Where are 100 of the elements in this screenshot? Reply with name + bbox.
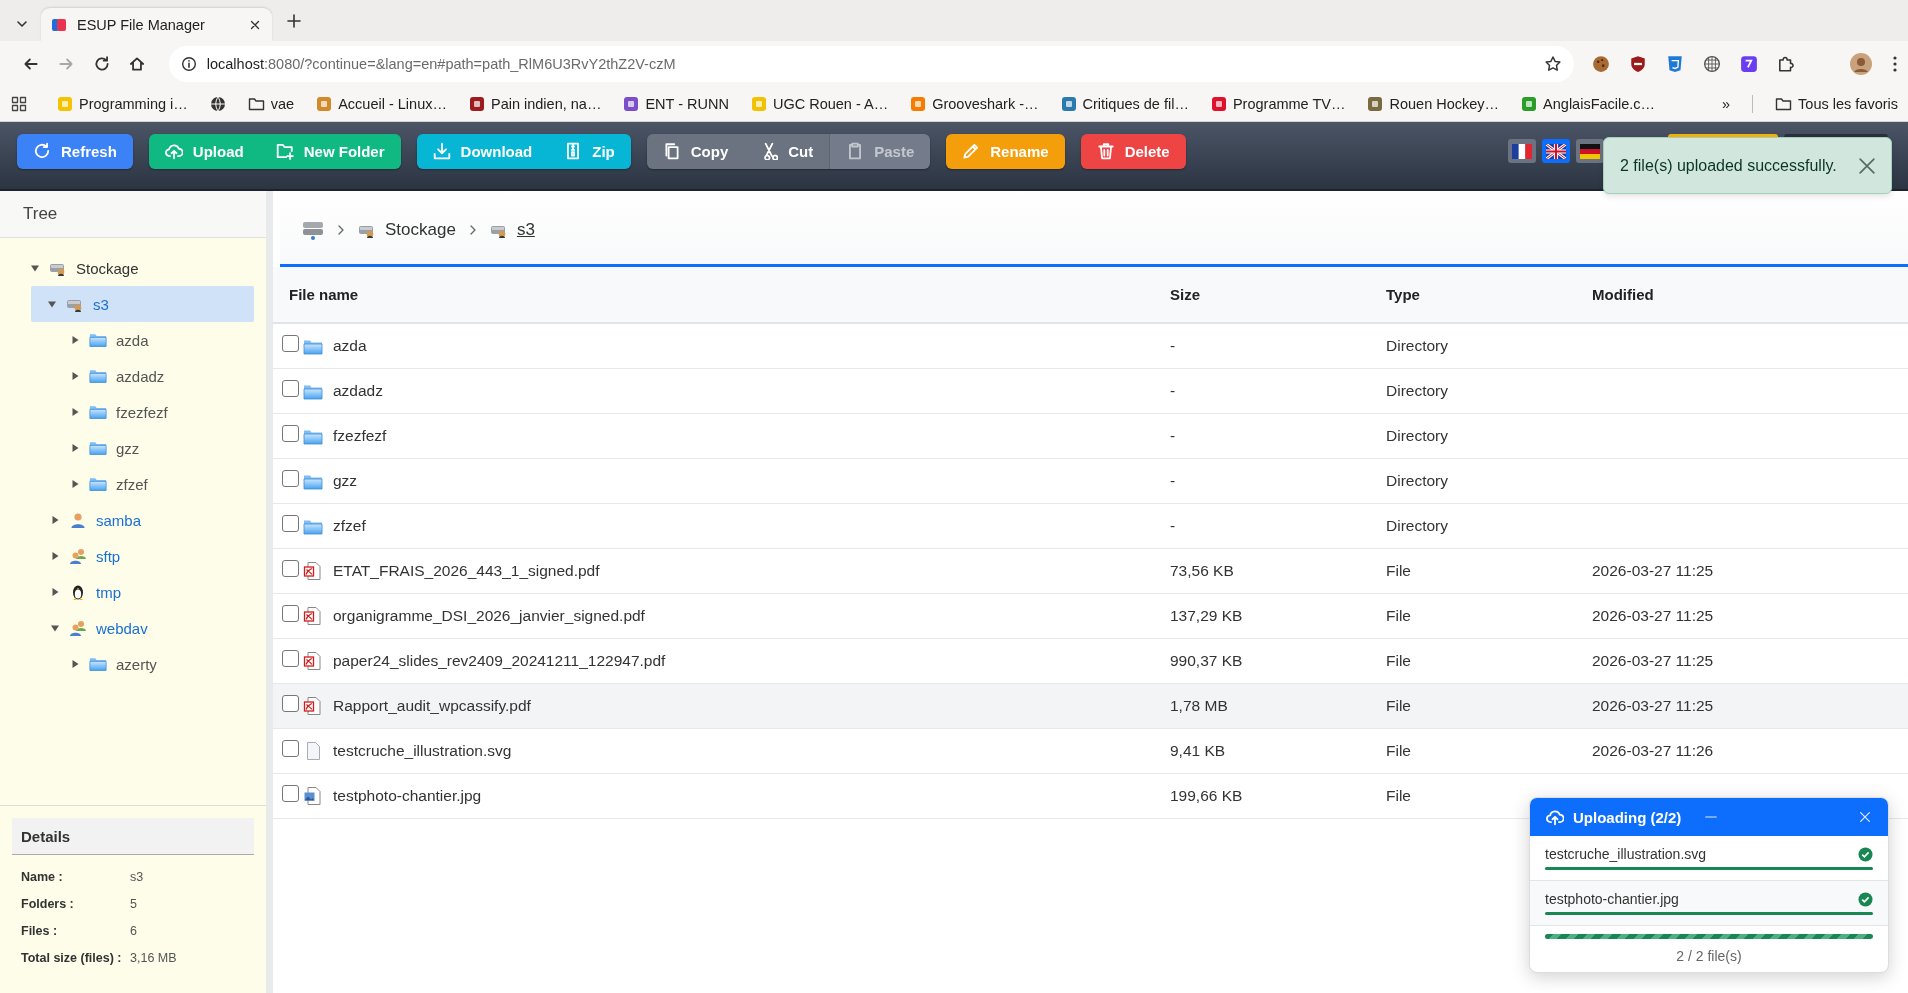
refresh-button[interactable]: Refresh (17, 133, 133, 169)
bookmark-link[interactable]: Rouen Hockey… (1367, 96, 1500, 112)
tree-item[interactable]: gzz (12, 430, 254, 466)
bookmark-link[interactable]: Accueil - Linux… (316, 96, 447, 112)
column-header[interactable]: Size (1170, 286, 1386, 303)
expand-arrow-icon[interactable] (30, 263, 40, 273)
table-row[interactable]: ETAT_FRAIS_2026_443_1_signed.pdf 73,56 KB File 2026-03-27 11:25 (273, 549, 1908, 594)
bookmark-link[interactable]: Grooveshark -… (910, 96, 1039, 112)
language-button[interactable] (1542, 139, 1570, 163)
avatar-icon[interactable] (1849, 52, 1873, 76)
reload-icon[interactable] (92, 55, 111, 73)
bookmark-link[interactable]: vae (247, 96, 295, 112)
table-row[interactable]: azdadz - Directory (273, 369, 1908, 414)
tree-item[interactable]: zfzef (12, 466, 254, 502)
tree-item[interactable]: azerty (12, 646, 254, 682)
new-tab-plus-icon[interactable] (286, 13, 302, 29)
tree-item[interactable]: tmp (12, 574, 254, 610)
bookmark-link[interactable]: Pain indien, na… (468, 96, 602, 112)
bookmark-link[interactable]: Critiques de fil… (1060, 96, 1189, 112)
site-info-icon[interactable] (180, 56, 197, 72)
checkbox[interactable] (282, 469, 299, 487)
language-button[interactable] (1508, 139, 1536, 163)
expand-arrow-icon[interactable] (50, 587, 60, 597)
browser-tab[interactable]: ESUP File Manager (41, 8, 272, 41)
file-name[interactable]: azdadz (333, 382, 383, 400)
tree-item[interactable]: sftp (12, 538, 254, 574)
language-button[interactable] (1576, 139, 1604, 163)
breadcrumb-link[interactable]: Stockage (358, 219, 456, 240)
checkbox[interactable] (282, 694, 299, 712)
file-name[interactable]: testcruche_illustration.svg (333, 742, 512, 760)
checkbox[interactable] (282, 784, 299, 802)
file-name[interactable]: Rapport_audit_wpcassify.pdf (333, 697, 531, 715)
file-name[interactable]: zfzef (333, 517, 366, 535)
column-header[interactable]: File name (273, 286, 1170, 303)
checkbox[interactable] (282, 604, 299, 622)
copy-button[interactable]: Copy (646, 133, 745, 169)
tree-item[interactable]: webdav (12, 610, 254, 646)
checkbox[interactable] (282, 514, 299, 532)
bookmarks-overflow-button[interactable]: » (1722, 96, 1731, 112)
home-icon[interactable] (128, 55, 147, 73)
bookmark-link[interactable]: Programming i… (57, 96, 188, 112)
checkbox[interactable] (282, 559, 299, 577)
expand-arrow-icon[interactable] (70, 479, 80, 489)
tree-item[interactable]: fzezfezf (12, 394, 254, 430)
bookmark-link[interactable]: Programme TV… (1210, 96, 1346, 112)
table-row[interactable]: fzezfezf - Directory (273, 414, 1908, 459)
file-name[interactable]: paper24_slides_rev2409_20241211_122947.pdf (333, 652, 666, 670)
address-bar[interactable]: localhost:8080/?continue=&lang=en#path=path_RlM6U3RvY2thZ2V-czM (168, 46, 1574, 82)
checkbox[interactable] (282, 424, 299, 442)
expand-arrow-icon[interactable] (50, 623, 60, 633)
expand-arrow-icon[interactable] (70, 371, 80, 381)
expand-arrow-icon[interactable] (50, 551, 60, 561)
cookie-icon[interactable] (1592, 55, 1610, 73)
app-favicon-icon (51, 16, 67, 33)
tree-item[interactable]: azda (12, 322, 254, 358)
expand-arrow-icon[interactable] (47, 299, 57, 309)
apps-grid-icon[interactable] (11, 96, 27, 112)
checkbox[interactable] (282, 739, 299, 757)
bookmark-star-icon[interactable] (1544, 55, 1562, 73)
expand-arrow-icon[interactable] (70, 659, 80, 669)
tree-item[interactable]: samba (12, 502, 254, 538)
css-badge-icon[interactable] (1666, 55, 1684, 73)
table-row[interactable]: azda - Directory (273, 324, 1908, 369)
checkbox[interactable] (282, 649, 299, 667)
file-name[interactable]: azda (333, 337, 367, 355)
expand-arrow-icon[interactable] (50, 515, 60, 525)
expand-arrow-icon[interactable] (70, 407, 80, 417)
globe-icon[interactable] (209, 96, 226, 112)
extension-badge-icon[interactable] (1740, 55, 1758, 73)
column-header[interactable]: Type (1386, 286, 1592, 303)
expand-arrow-icon[interactable] (70, 335, 80, 345)
table-row[interactable]: gzz - Directory (273, 459, 1908, 504)
home-drive-link[interactable] (302, 219, 324, 240)
file-name[interactable]: gzz (333, 472, 358, 490)
puzzle-piece-icon[interactable] (1777, 55, 1795, 73)
delete-button[interactable]: Delete (1080, 133, 1186, 169)
column-header[interactable]: Modified (1592, 286, 1908, 303)
cut-button[interactable]: Cut (744, 133, 830, 169)
tree-item[interactable]: s3 (31, 286, 254, 322)
file-name[interactable]: organigramme_DSI_2026_janvier_signed.pdf (333, 607, 645, 625)
checkbox[interactable] (282, 379, 299, 397)
all-bookmarks-link[interactable]: Tous les favoris (1775, 96, 1898, 112)
file-name[interactable]: fzezfezf (333, 427, 387, 445)
expand-arrow-icon[interactable] (70, 443, 80, 453)
checkbox[interactable] (282, 334, 299, 352)
table-row[interactable]: Rapport_audit_wpcassify.pdf 1,78 MB File 2026-03-27 11:25 (273, 684, 1908, 729)
bookmark-link[interactable]: AnglaisFacile.c… (1521, 96, 1656, 112)
table-row[interactable]: testcruche_illustration.svg 9,41 KB File 2026-03-27 11:26 (273, 729, 1908, 774)
tree-item[interactable]: azdadz (12, 358, 254, 394)
table-row[interactable]: organigramme_DSI_2026_janvier_signed.pdf 137,29 KB File 2026-03-27 11:25 (273, 594, 1908, 639)
breadcrumb-link[interactable]: s3 (489, 219, 535, 240)
bookmark-link[interactable]: ENT - RUNN (623, 96, 729, 112)
globe-grid-icon[interactable] (1703, 55, 1721, 73)
tree-item[interactable]: Stockage (12, 250, 254, 286)
table-row[interactable]: zfzef - Directory (273, 504, 1908, 549)
file-name[interactable]: testphoto-chantier.jpg (333, 787, 482, 805)
shield-icon[interactable] (1629, 55, 1647, 73)
bookmark-link[interactable]: UGC Rouen - A… (750, 96, 889, 112)
more-menu-icon[interactable] (1892, 55, 1898, 73)
file-name[interactable]: ETAT_FRAIS_2026_443_1_signed.pdf (333, 562, 600, 580)
